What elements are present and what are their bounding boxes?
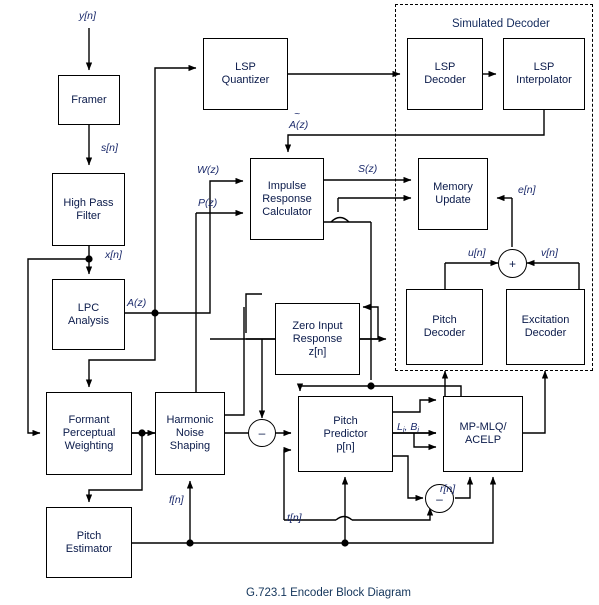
block-lsp-interpolator-label: LSP Interpolator bbox=[516, 61, 572, 86]
signal-label-t-n: t[n] bbox=[287, 512, 302, 524]
block-pitch-decoder-label: Pitch Decoder bbox=[423, 314, 466, 339]
signal-label-r-n: r[n] bbox=[440, 483, 456, 495]
block-memory-update[interactable]: Memory Update bbox=[418, 158, 488, 230]
subtractor-main: – bbox=[248, 419, 276, 447]
adder-plus-glyph: + bbox=[508, 256, 516, 271]
signal-label-w-z: W(z) bbox=[197, 164, 220, 176]
block-lsp-quantizer[interactable]: LSP Quantizer bbox=[203, 38, 288, 110]
signal-label-b: , B bbox=[404, 421, 418, 433]
block-memory-update-label: Memory Update bbox=[433, 181, 473, 206]
block-impulse-response-calculator[interactable]: Impulse Response Calculator bbox=[250, 158, 324, 240]
signal-label-p-z: P(z) bbox=[198, 197, 218, 209]
block-zero-input-response-label: Zero Input Response z[n] bbox=[292, 319, 343, 358]
block-formant-perceptual-weighting-label: Formant Perceptual Weighting bbox=[62, 414, 116, 452]
diagram-caption: G.723.1 Encoder Block Diagram bbox=[246, 587, 411, 599]
signal-label-f-n: f[n] bbox=[169, 494, 184, 506]
block-lsp-quantizer-label: LSP Quantizer bbox=[221, 61, 270, 86]
signal-label-x-n: x[n] bbox=[105, 249, 122, 261]
subtractor-minus-glyph: – bbox=[258, 426, 266, 440]
block-excitation-decoder-label: Excitation Decoder bbox=[521, 314, 570, 339]
block-pitch-estimator-label: Pitch Estimator bbox=[65, 529, 113, 555]
block-mp-mlq-acelp[interactable]: MP-MLQ/ ACELP bbox=[443, 396, 523, 472]
block-pitch-estimator[interactable]: Pitch Estimator bbox=[46, 507, 132, 578]
block-pitch-decoder[interactable]: Pitch Decoder bbox=[406, 289, 483, 365]
block-framer-label: Framer bbox=[71, 93, 107, 106]
block-high-pass-filter-label: High Pass Filter bbox=[63, 196, 114, 222]
signal-label-b-subscript: i bbox=[417, 425, 420, 434]
simulated-decoder-label: Simulated Decoder bbox=[452, 18, 550, 30]
encoder-block-diagram: Simulated Decoder Framer High Pass Filte… bbox=[0, 0, 599, 605]
block-harmonic-noise-shaping-label: Harmonic Noise Shaping bbox=[166, 414, 214, 452]
adder-sum-e-n: + bbox=[498, 249, 527, 278]
signal-label-v-n: v[n] bbox=[541, 247, 558, 259]
block-lsp-interpolator[interactable]: LSP Interpolator bbox=[503, 38, 585, 110]
tilde-mark: ~ bbox=[294, 109, 301, 120]
signal-label-a-z: A(z) bbox=[127, 297, 147, 309]
block-pitch-predictor-label: Pitch Predictor p[n] bbox=[323, 414, 368, 453]
block-formant-perceptual-weighting[interactable]: Formant Perceptual Weighting bbox=[46, 392, 132, 475]
signal-label-a-tilde-z: ~ A(z) bbox=[289, 110, 309, 132]
block-pitch-predictor[interactable]: Pitch Predictor p[n] bbox=[298, 396, 393, 472]
block-mp-mlq-acelp-label: MP-MLQ/ ACELP bbox=[459, 421, 507, 446]
signal-label-l-b: Li, Bi bbox=[397, 421, 419, 434]
signal-label-s-cap-z: S(z) bbox=[358, 163, 378, 175]
block-lpc-analysis[interactable]: LPC Analysis bbox=[52, 279, 125, 350]
block-lsp-decoder[interactable]: LSP Decoder bbox=[407, 38, 483, 110]
block-high-pass-filter[interactable]: High Pass Filter bbox=[52, 173, 125, 246]
signal-label-s-n: s[n] bbox=[101, 142, 118, 154]
block-zero-input-response[interactable]: Zero Input Response z[n] bbox=[275, 303, 360, 375]
signal-label-u-n: u[n] bbox=[468, 247, 486, 259]
block-impulse-response-calculator-label: Impulse Response Calculator bbox=[262, 179, 312, 218]
block-excitation-decoder[interactable]: Excitation Decoder bbox=[506, 289, 585, 365]
signal-label-e-n: e[n] bbox=[518, 184, 536, 196]
block-harmonic-noise-shaping[interactable]: Harmonic Noise Shaping bbox=[155, 392, 225, 475]
signal-label-a-tilde-z-text: A(z) bbox=[289, 119, 309, 131]
block-framer[interactable]: Framer bbox=[58, 75, 120, 125]
block-lpc-analysis-label: LPC Analysis bbox=[68, 301, 109, 327]
signal-label-y-n: y[n] bbox=[79, 10, 96, 22]
block-lsp-decoder-label: LSP Decoder bbox=[424, 61, 466, 86]
